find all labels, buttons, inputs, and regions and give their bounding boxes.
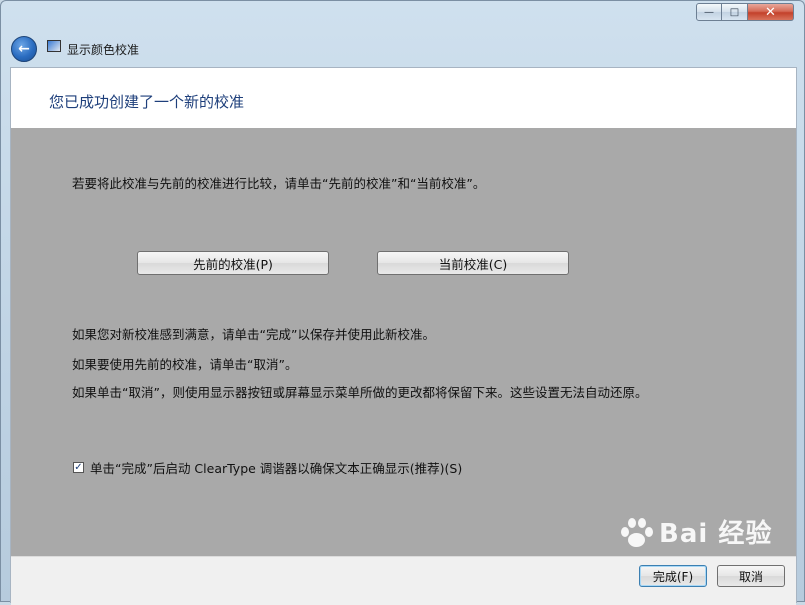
watermark-text: Bai 经验 xyxy=(659,519,773,549)
minimize-button[interactable]: — xyxy=(696,3,722,21)
cleartype-label[interactable]: 单击“完成”后启动 ClearType 调谐器以确保文本正确显示(推荐)(S) xyxy=(90,458,462,477)
wizard-header: 您已成功创建了一个新的校准 xyxy=(11,68,796,128)
finish-button[interactable]: 完成(F) xyxy=(639,565,707,587)
cancel-button[interactable]: 取消 xyxy=(717,565,785,587)
cleartype-checkbox[interactable]: ✓ xyxy=(73,462,84,473)
note-cancel-warning: 如果单击“取消”，则使用显示器按钮或屏幕显示菜单所做的更改都将保留下来。这些设置… xyxy=(72,385,648,400)
back-button[interactable]: ← xyxy=(11,36,37,62)
wizard-body: 若要将此校准与先前的校准进行比较，请单击“先前的校准”和“当前校准”。 先前的校… xyxy=(11,128,796,556)
dialog-window: — □ ✕ ← 显示颜色校准 您已成功创建了一个新的校准 若要将此校准与先前的校… xyxy=(0,0,805,605)
back-arrow-icon: ← xyxy=(18,41,30,57)
caption-buttons: — □ ✕ xyxy=(696,3,794,21)
intro-text: 若要将此校准与先前的校准进行比较，请单击“先前的校准”和“当前校准”。 xyxy=(72,176,486,191)
baidu-jingyan-watermark: Bai 经验 xyxy=(619,513,772,550)
page-heading: 您已成功创建了一个新的校准 xyxy=(49,93,245,111)
wizard-footer: 完成(F) 取消 xyxy=(11,556,796,605)
window-title: 显示颜色校准 xyxy=(67,43,140,57)
paw-logo-icon xyxy=(619,515,653,549)
previous-calibration-button[interactable]: 先前的校准(P) xyxy=(137,251,329,275)
close-button[interactable]: ✕ xyxy=(748,3,794,21)
maximize-button[interactable]: □ xyxy=(722,3,748,21)
cleartype-option[interactable]: ✓ 单击“完成”后启动 ClearType 调谐器以确保文本正确显示(推荐)(S… xyxy=(73,458,462,477)
current-calibration-button[interactable]: 当前校准(C) xyxy=(377,251,569,275)
note-finish: 如果您对新校准感到满意，请单击“完成”以保存并使用此新校准。 xyxy=(72,327,435,342)
note-cancel: 如果要使用先前的校准，请单击“取消”。 xyxy=(72,357,298,372)
display-monitor-icon xyxy=(47,40,61,52)
